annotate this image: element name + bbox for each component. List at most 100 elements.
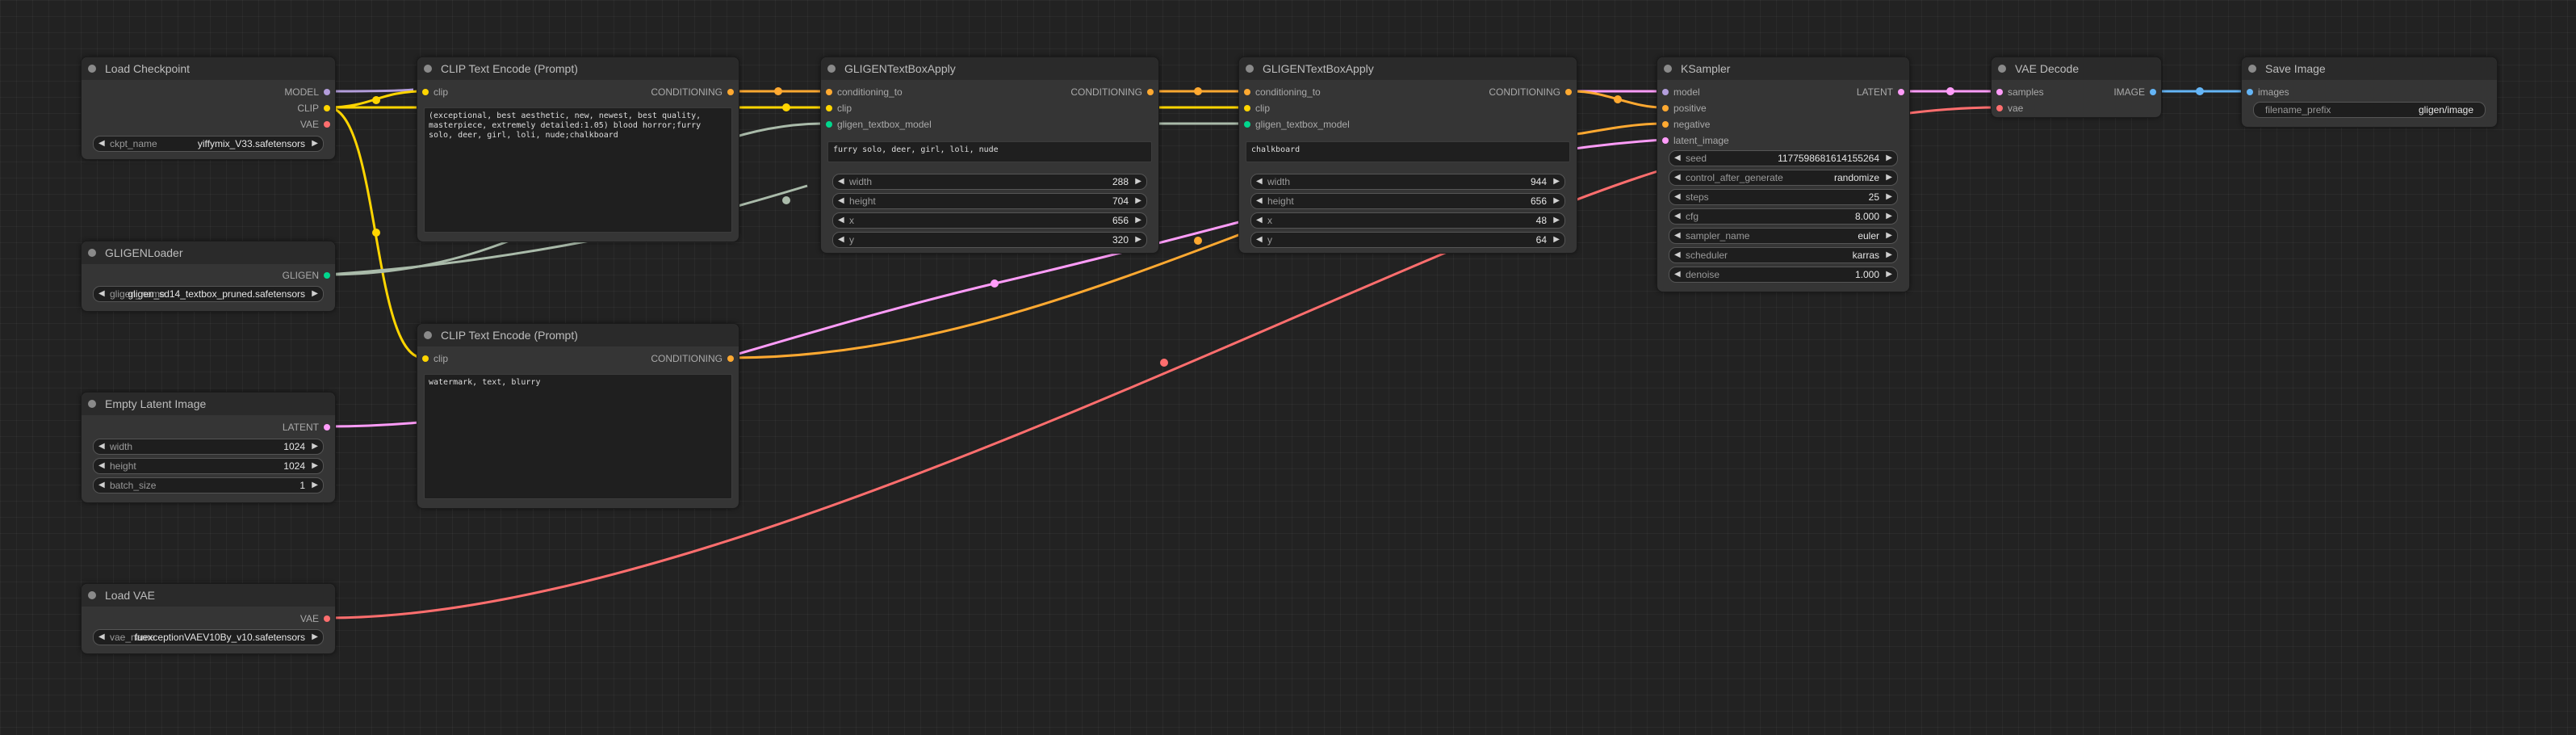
number-y[interactable]: ◀ y 64 ▶ bbox=[1250, 232, 1565, 248]
arrow-left-icon[interactable]: ◀ bbox=[838, 233, 844, 247]
number-batch-size[interactable]: ◀ batch_size 1 ▶ bbox=[93, 477, 324, 494]
arrow-right-icon[interactable]: ▶ bbox=[1135, 174, 1141, 189]
collapse-dot-icon[interactable] bbox=[1998, 65, 2006, 73]
collapse-dot-icon[interactable] bbox=[1246, 65, 1254, 73]
combo-gligen-name[interactable]: ◀ gligen_name gligen_sd14_textbox_pruned… bbox=[93, 286, 324, 302]
number-y[interactable]: ◀ y 320 ▶ bbox=[832, 232, 1147, 248]
number-cfg[interactable]: ◀ cfg 8.000 ▶ bbox=[1669, 208, 1898, 225]
text-filename-prefix[interactable]: filename_prefix gligen/image bbox=[2253, 102, 2486, 118]
collapse-dot-icon[interactable] bbox=[1664, 65, 1672, 73]
prompt-textarea[interactable]: watermark, text, blurry bbox=[424, 374, 732, 499]
arrow-left-icon[interactable]: ◀ bbox=[1256, 213, 1263, 228]
number-x[interactable]: ◀ x 656 ▶ bbox=[832, 212, 1147, 229]
combo-sampler-name[interactable]: ◀ sampler_name euler ▶ bbox=[1669, 228, 1898, 244]
arrow-left-icon[interactable]: ◀ bbox=[98, 439, 105, 454]
slot-dot-icon[interactable] bbox=[324, 121, 330, 128]
node-title-bar[interactable]: Load VAE bbox=[82, 584, 335, 607]
combo-scheduler[interactable]: ◀ scheduler karras ▶ bbox=[1669, 247, 1898, 263]
arrow-right-icon[interactable]: ▶ bbox=[312, 478, 318, 493]
prompt-textarea[interactable]: (exceptional, best aesthetic, new, newes… bbox=[424, 107, 732, 233]
slot-dot-icon[interactable] bbox=[324, 615, 330, 622]
arrow-right-icon[interactable]: ▶ bbox=[1886, 229, 1892, 243]
number-width[interactable]: ◀ width 1024 ▶ bbox=[93, 439, 324, 455]
arrow-right-icon[interactable]: ▶ bbox=[1886, 267, 1892, 282]
node-gligen-loader[interactable]: GLIGENLoader GLIGEN ◀ gligen_name gligen… bbox=[81, 241, 336, 312]
arrow-right-icon[interactable]: ▶ bbox=[312, 136, 318, 151]
number-seed[interactable]: ◀ seed 1177598681614155264 ▶ bbox=[1669, 150, 1898, 166]
arrow-right-icon[interactable]: ▶ bbox=[1553, 213, 1560, 228]
number-height[interactable]: ◀ height 704 ▶ bbox=[832, 193, 1147, 209]
slot-dot-icon[interactable] bbox=[422, 355, 429, 362]
number-width[interactable]: ◀ width 288 ▶ bbox=[832, 174, 1147, 190]
node-title-bar[interactable]: CLIP Text Encode (Prompt) bbox=[417, 324, 739, 346]
number-denoise[interactable]: ◀ denoise 1.000 ▶ bbox=[1669, 267, 1898, 283]
arrow-left-icon[interactable]: ◀ bbox=[1674, 267, 1681, 282]
arrow-right-icon[interactable]: ▶ bbox=[312, 439, 318, 454]
slot-dot-icon[interactable] bbox=[422, 89, 429, 95]
node-title-bar[interactable]: KSampler bbox=[1657, 57, 1909, 80]
collapse-dot-icon[interactable] bbox=[2248, 65, 2256, 73]
node-title-bar[interactable]: Load Checkpoint bbox=[82, 57, 335, 80]
arrow-left-icon[interactable]: ◀ bbox=[98, 630, 105, 645]
arrow-right-icon[interactable]: ▶ bbox=[1886, 170, 1892, 185]
combo-ckpt-name[interactable]: ◀ ckpt_name yiffymix_V33.safetensors ▶ bbox=[93, 136, 324, 152]
arrow-right-icon[interactable]: ▶ bbox=[1886, 248, 1892, 262]
node-clip-text-encode-positive[interactable]: CLIP Text Encode (Prompt) clip CONDITION… bbox=[417, 57, 739, 242]
arrow-left-icon[interactable]: ◀ bbox=[98, 459, 105, 473]
node-clip-text-encode-negative[interactable]: CLIP Text Encode (Prompt) clip CONDITION… bbox=[417, 323, 739, 509]
slot-dot-icon[interactable] bbox=[727, 89, 734, 95]
arrow-right-icon[interactable]: ▶ bbox=[1886, 190, 1892, 204]
slot-dot-icon[interactable] bbox=[1565, 89, 1572, 95]
collapse-dot-icon[interactable] bbox=[88, 249, 96, 257]
slot-dot-icon[interactable] bbox=[826, 105, 832, 111]
collapse-dot-icon[interactable] bbox=[88, 591, 96, 599]
slot-dot-icon[interactable] bbox=[1662, 137, 1669, 144]
arrow-left-icon[interactable]: ◀ bbox=[1674, 229, 1681, 243]
node-load-vae[interactable]: Load VAE VAE ◀ vae_name fuexceptionVAEV1… bbox=[81, 583, 336, 654]
arrow-left-icon[interactable]: ◀ bbox=[1674, 190, 1681, 204]
arrow-right-icon[interactable]: ▶ bbox=[1135, 233, 1141, 247]
text-input-box[interactable]: furry solo, deer, girl, loli, nude bbox=[827, 141, 1152, 162]
number-height[interactable]: ◀ height 656 ▶ bbox=[1250, 193, 1565, 209]
arrow-right-icon[interactable]: ▶ bbox=[1135, 213, 1141, 228]
node-save-image[interactable]: Save Image images filename_prefix gligen… bbox=[2241, 57, 2498, 128]
arrow-right-icon[interactable]: ▶ bbox=[312, 459, 318, 473]
collapse-dot-icon[interactable] bbox=[827, 65, 836, 73]
arrow-right-icon[interactable]: ▶ bbox=[1553, 233, 1560, 247]
slot-dot-icon[interactable] bbox=[324, 272, 330, 279]
node-vae-decode[interactable]: VAE Decode samples IMAGE vae bbox=[1991, 57, 2162, 118]
arrow-left-icon[interactable]: ◀ bbox=[1674, 170, 1681, 185]
slot-dot-icon[interactable] bbox=[324, 105, 330, 111]
slot-dot-icon[interactable] bbox=[2150, 89, 2156, 95]
arrow-left-icon[interactable]: ◀ bbox=[98, 136, 105, 151]
arrow-left-icon[interactable]: ◀ bbox=[1256, 233, 1263, 247]
arrow-left-icon[interactable]: ◀ bbox=[838, 194, 844, 208]
collapse-dot-icon[interactable] bbox=[424, 331, 432, 339]
arrow-right-icon[interactable]: ▶ bbox=[1886, 209, 1892, 224]
node-ksampler[interactable]: KSampler model LATENT positive negative … bbox=[1657, 57, 1910, 292]
arrow-left-icon[interactable]: ◀ bbox=[1256, 174, 1263, 189]
node-title-bar[interactable]: Save Image bbox=[2242, 57, 2497, 80]
node-title-bar[interactable]: CLIP Text Encode (Prompt) bbox=[417, 57, 739, 80]
node-title-bar[interactable]: GLIGENTextBoxApply bbox=[821, 57, 1158, 80]
arrow-left-icon[interactable]: ◀ bbox=[98, 287, 105, 301]
node-empty-latent-image[interactable]: Empty Latent Image LATENT ◀ width 1024 ▶ ◀ h… bbox=[81, 392, 336, 503]
node-load-checkpoint[interactable]: Load Checkpoint MODEL CLIP VAE ◀ ckpt_na… bbox=[81, 57, 336, 160]
slot-dot-icon[interactable] bbox=[1996, 105, 2003, 111]
arrow-left-icon[interactable]: ◀ bbox=[1674, 209, 1681, 224]
slot-dot-icon[interactable] bbox=[826, 121, 832, 128]
collapse-dot-icon[interactable] bbox=[424, 65, 432, 73]
number-x[interactable]: ◀ x 48 ▶ bbox=[1250, 212, 1565, 229]
node-title-bar[interactable]: GLIGENLoader bbox=[82, 242, 335, 264]
number-height[interactable]: ◀ height 1024 ▶ bbox=[93, 458, 324, 474]
slot-dot-icon[interactable] bbox=[1996, 89, 2003, 95]
collapse-dot-icon[interactable] bbox=[88, 400, 96, 408]
slot-dot-icon[interactable] bbox=[826, 89, 832, 95]
node-gligen-textbox-apply-1[interactable]: GLIGENTextBoxApply conditioning_to CONDI… bbox=[820, 57, 1159, 254]
slot-dot-icon[interactable] bbox=[1244, 89, 1250, 95]
slot-dot-icon[interactable] bbox=[727, 355, 734, 362]
text-input-box[interactable]: chalkboard bbox=[1246, 141, 1570, 162]
node-gligen-textbox-apply-2[interactable]: GLIGENTextBoxApply conditioning_to CONDI… bbox=[1238, 57, 1577, 254]
node-title-bar[interactable]: GLIGENTextBoxApply bbox=[1239, 57, 1577, 80]
slot-dot-icon[interactable] bbox=[1244, 121, 1250, 128]
